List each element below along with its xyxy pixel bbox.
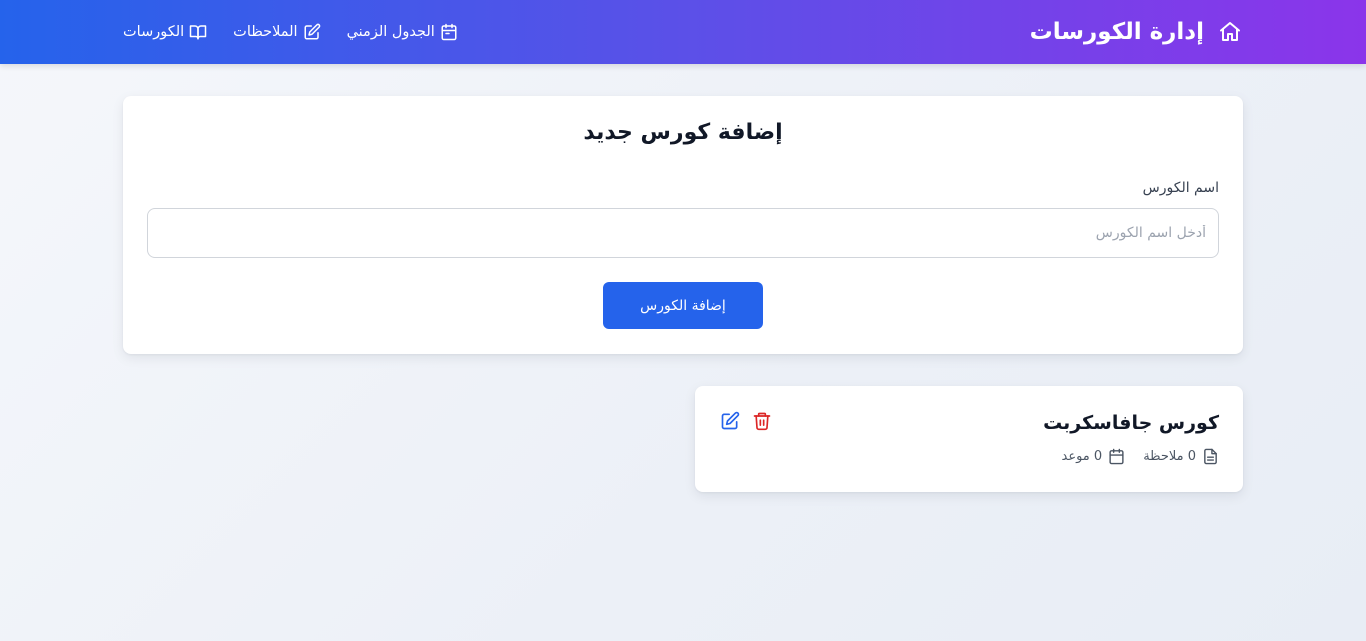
trash-icon xyxy=(753,412,771,431)
card-actions xyxy=(719,410,773,432)
add-course-button[interactable]: إضافة الكورس xyxy=(603,282,763,329)
course-name-label: اسم الكورس xyxy=(1142,180,1219,196)
brand-title: إدارة الكورسات xyxy=(1029,19,1204,45)
nav-link-courses[interactable]: الكورسات xyxy=(123,23,207,41)
top-navbar: إدارة الكورسات الكورسات الملاحظات الجدول… xyxy=(0,0,1366,64)
form-title: إضافة كورس جديد xyxy=(583,120,783,145)
notes-count-text: 0 ملاحظة xyxy=(1143,449,1196,464)
nav-link-notes[interactable]: الملاحظات xyxy=(233,23,320,41)
nav-link-schedule[interactable]: الجدول الزمني xyxy=(347,23,458,41)
notes-count: 0 ملاحظة xyxy=(1143,448,1219,465)
document-icon xyxy=(1202,448,1219,465)
brand[interactable]: إدارة الكورسات xyxy=(1030,0,1242,64)
nav-link-label: الكورسات xyxy=(123,24,185,40)
edit-course-button[interactable] xyxy=(719,410,741,432)
nav-link-label: الملاحظات xyxy=(233,24,298,40)
calendar-icon xyxy=(1108,448,1125,465)
nav-links: الكورسات الملاحظات الجدول الزمني xyxy=(123,0,458,64)
home-icon xyxy=(1218,20,1242,44)
edit-icon xyxy=(721,411,740,430)
calendar-icon xyxy=(440,23,458,41)
appointments-count-text: 0 موعد xyxy=(1061,449,1103,464)
delete-course-button[interactable] xyxy=(751,410,773,432)
course-card[interactable]: كورس جافاسكربت 0 ملاحظة 0 موعد xyxy=(695,386,1243,492)
add-course-card: إضافة كورس جديد اسم الكورس إضافة الكورس xyxy=(123,96,1243,354)
course-name-input[interactable] xyxy=(147,208,1219,258)
course-title: كورس جافاسكربت xyxy=(1043,412,1219,434)
nav-link-label: الجدول الزمني xyxy=(346,24,435,40)
appointments-count: 0 موعد xyxy=(1062,448,1126,465)
book-open-icon xyxy=(189,23,207,41)
pencil-square-icon xyxy=(303,23,321,41)
course-meta: 0 ملاحظة 0 موعد xyxy=(1062,448,1220,465)
